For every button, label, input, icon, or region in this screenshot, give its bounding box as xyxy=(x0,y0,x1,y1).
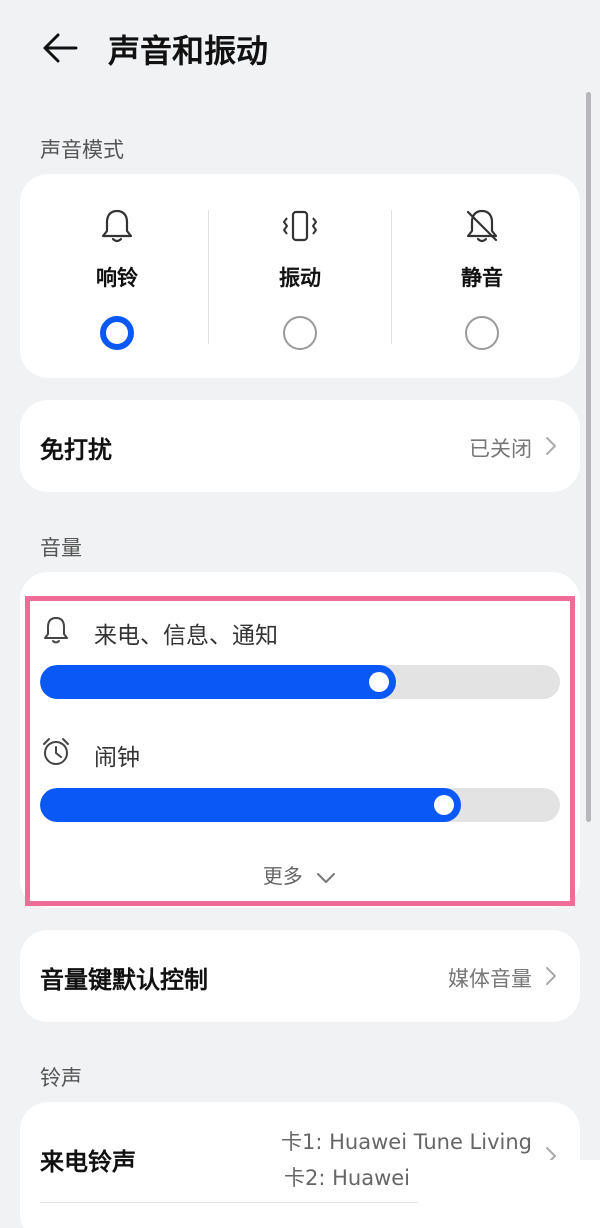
section-label-volume: 音量 xyxy=(40,536,82,560)
sound-mode-label: 振动 xyxy=(279,266,321,290)
ringtone-card1: 卡1: Huawei Tune Living xyxy=(281,1130,532,1154)
radio-silent[interactable] xyxy=(465,316,499,350)
radio-vibrate[interactable] xyxy=(283,316,317,350)
chevron-right-icon xyxy=(546,967,556,985)
sound-mode-ring[interactable]: 响铃 xyxy=(24,174,210,378)
bell-icon xyxy=(101,209,133,243)
back-button[interactable] xyxy=(38,28,82,68)
overlay-patch xyxy=(418,1160,600,1228)
arrow-left-icon xyxy=(43,33,78,63)
volume-key-label: 音量键默认控制 xyxy=(40,966,208,994)
sound-mode-card: 响铃 振动 静音 xyxy=(20,174,580,378)
volume-key-row[interactable]: 音量键默认控制 媒体音量 xyxy=(20,930,580,1022)
scrollbar[interactable] xyxy=(586,92,591,822)
section-label-ringtone: 铃声 xyxy=(40,1066,82,1090)
sound-mode-vibrate[interactable]: 振动 xyxy=(207,174,393,378)
call-ringtone-label: 来电铃声 xyxy=(40,1148,136,1176)
volume-key-value: 媒体音量 xyxy=(448,967,532,991)
highlight-box xyxy=(25,596,575,906)
bell-off-icon xyxy=(466,209,498,243)
vibrate-icon xyxy=(283,210,317,242)
dnd-value: 已关闭 xyxy=(469,437,532,461)
dnd-row[interactable]: 免打扰 已关闭 xyxy=(20,400,580,492)
sound-mode-label: 静音 xyxy=(461,266,503,290)
sound-mode-silent[interactable]: 静音 xyxy=(389,174,575,378)
page-title: 声音和振动 xyxy=(108,32,269,70)
chevron-right-icon xyxy=(546,437,556,455)
title-bar: 声音和振动 xyxy=(0,0,600,100)
sound-mode-label: 响铃 xyxy=(96,266,138,290)
dnd-label: 免打扰 xyxy=(40,436,112,464)
ringtone-card2: 卡2: Huawei xyxy=(283,1166,410,1190)
radio-ring[interactable] xyxy=(100,316,134,350)
section-label-sound-mode: 声音模式 xyxy=(40,138,124,162)
